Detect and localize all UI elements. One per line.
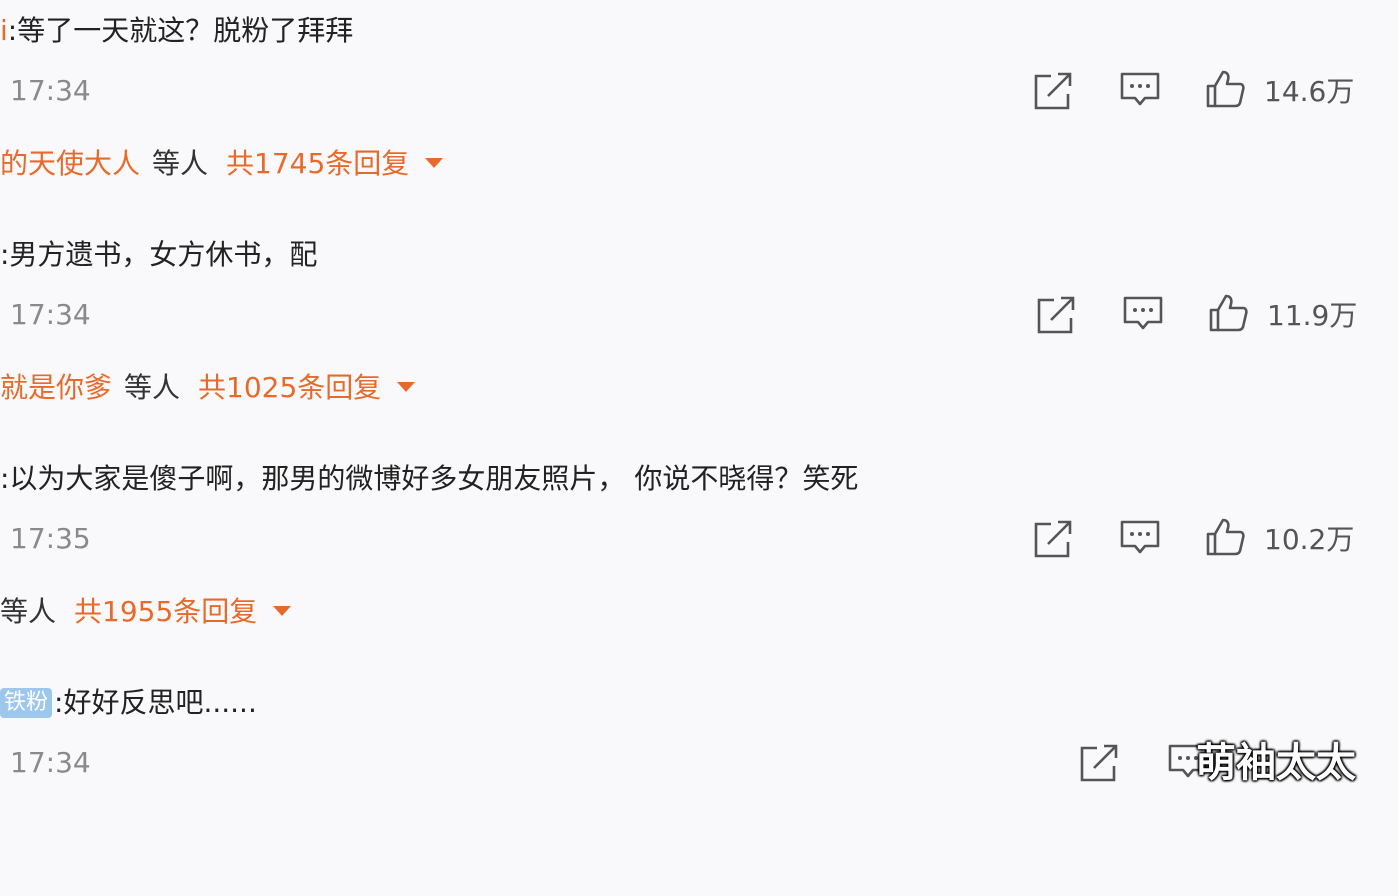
thumbs-up-icon[interactable] — [1204, 516, 1248, 560]
caret-down-icon[interactable] — [397, 382, 416, 392]
share-icon[interactable] — [1035, 292, 1079, 336]
comment-item: i:等了一天就这？脱粉了拜拜 17:34 14.6万 的天使大人 等人 共1745条… — [0, 0, 1398, 224]
share-icon[interactable] — [1078, 740, 1122, 784]
comment-icon[interactable] — [1118, 68, 1162, 112]
thumbs-up-icon[interactable] — [1207, 292, 1251, 336]
reply-usernames[interactable]: 就是你爹 — [0, 371, 112, 404]
comment-text-line: 铁粉:好好反思吧...... — [0, 684, 257, 722]
comment-icon[interactable] — [1121, 292, 1165, 336]
reply-count-link[interactable]: 共1955条回复 — [74, 595, 257, 628]
reply-summary[interactable]: 的天使大人 等人 共1745条回复 — [0, 144, 444, 184]
comment-text: :好好反思吧...... — [54, 686, 257, 719]
comment-time: 17:35 — [10, 522, 91, 555]
like-count: 14.6万 — [1264, 75, 1355, 108]
thumbs-up-icon[interactable] — [1204, 68, 1248, 112]
share-icon[interactable] — [1032, 516, 1076, 560]
caret-down-icon[interactable] — [425, 158, 444, 168]
reply-usernames[interactable]: 的天使大人 — [0, 147, 140, 180]
comment-text: :等了一天就这？脱粉了拜拜 — [7, 14, 354, 47]
comment-time: 17:34 — [10, 74, 91, 107]
like-count: 10.2万 — [1264, 523, 1355, 556]
comment-text: :以为大家是傻子啊，那男的微博好多女朋友照片， 你说不晓得？笑死 — [0, 462, 859, 495]
comment-time: 17:34 — [10, 298, 91, 331]
comment-text-line: :男方遗书，女方休书，配 — [0, 236, 317, 274]
comment-text: :男方遗书，女方休书，配 — [0, 238, 318, 271]
reply-etc: 等人 — [0, 595, 57, 628]
caret-down-icon[interactable] — [273, 606, 292, 616]
comment-item: :以为大家是傻子啊，那男的微博好多女朋友照片， 你说不晓得？笑死 17:35 1… — [0, 448, 1398, 672]
comment-icon[interactable] — [1118, 516, 1162, 560]
like-count: 11.9万 — [1267, 299, 1358, 332]
reply-etc: 等人 — [124, 371, 181, 404]
reply-count-link[interactable]: 共1745条回复 — [226, 147, 409, 180]
username[interactable]: i — [0, 14, 8, 47]
comment-text-line: :以为大家是傻子啊，那男的微博好多女朋友照片， 你说不晓得？笑死 — [0, 460, 858, 498]
reply-etc: 等人 — [152, 147, 209, 180]
comment-text-line: i:等了一天就这？脱粉了拜拜 — [0, 12, 353, 50]
comment-time: 17:34 — [10, 746, 91, 779]
comment-item: 铁粉:好好反思吧...... 17:34 — [0, 672, 1398, 896]
fan-badge: 铁粉 — [0, 688, 53, 718]
reply-summary[interactable]: 等人 共1955条回复 — [0, 592, 292, 632]
reply-summary[interactable]: 就是你爹 等人 共1025条回复 — [0, 368, 416, 408]
reply-count-link[interactable]: 共1025条回复 — [198, 371, 381, 404]
share-icon[interactable] — [1032, 68, 1076, 112]
watermark: 萌袖太太 — [1196, 740, 1356, 786]
comment-item: :男方遗书，女方休书，配 17:34 11.9万 就是你爹 等人 共1025条回复 — [0, 224, 1398, 448]
